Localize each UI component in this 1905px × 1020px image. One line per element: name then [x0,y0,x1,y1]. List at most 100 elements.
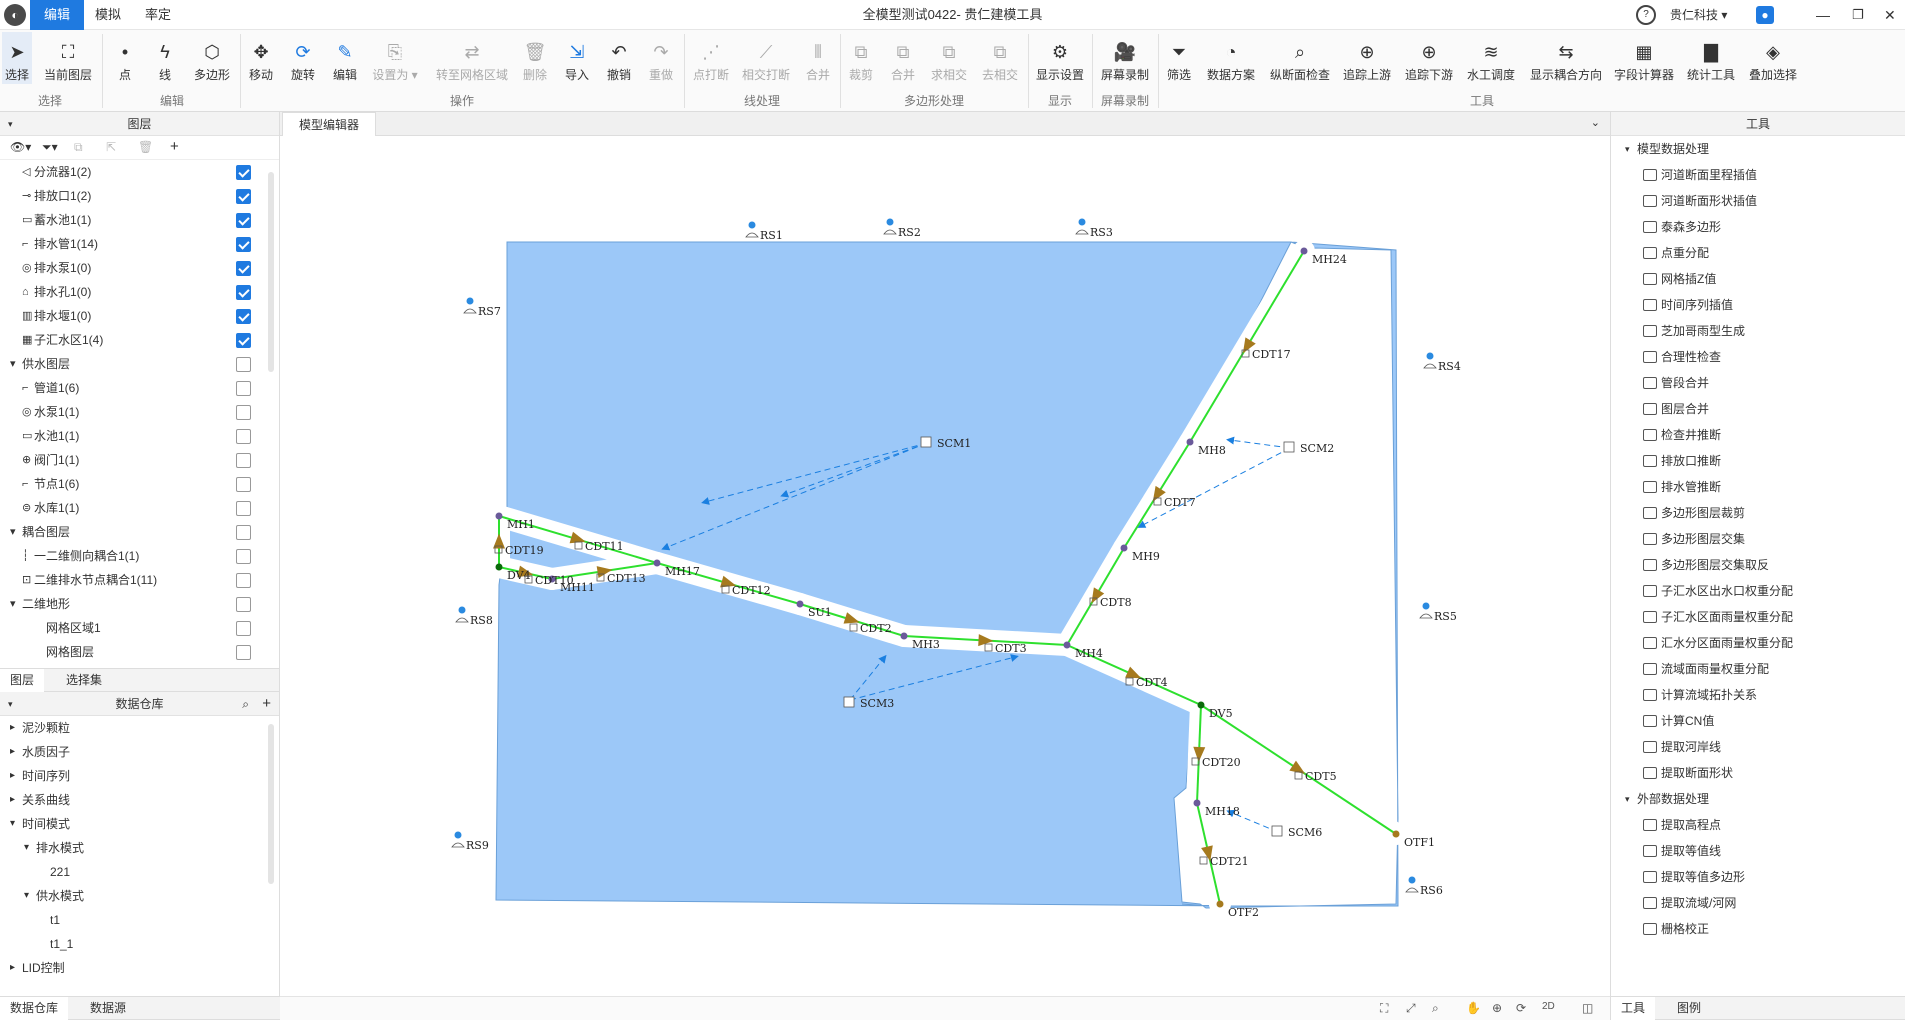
tool-item[interactable]: 提取等值多边形 [1611,864,1905,890]
hydraulic-dispatch-button[interactable]: ≋ 水工调度 [1464,32,1518,84]
layer-row[interactable]: ⌂ 排水孔1(0) [0,280,279,304]
tool-group-header[interactable]: ▾ 外部数据处理 [1611,786,1905,812]
close-icon[interactable]: ✕ [1884,0,1896,30]
refresh-icon[interactable]: ⟳ [1516,1001,1526,1015]
rain-gauge-icon[interactable] [1422,602,1430,610]
search-icon[interactable]: ⌕ [242,692,249,716]
pan-icon[interactable]: ✋ [1466,1001,1481,1015]
tab-layers[interactable]: 图层 [0,669,45,692]
layer-row[interactable]: ⊡ 二维排水节点耦合1(11) [0,568,279,592]
node-point[interactable] [495,512,503,520]
layer-row[interactable]: ⌐ 管道1(6) [0,376,279,400]
rain-gauge-icon[interactable] [1408,876,1416,884]
trace-upstream-button[interactable]: ⊕ 追踪上游 [1340,32,1394,84]
layer-scrollbar[interactable] [268,172,274,372]
layer-visibility-checkbox[interactable] [236,189,251,204]
intersect-break-button[interactable]: ⟋ 相交打断 [740,32,792,84]
trace-downstream-button[interactable]: ⊕ 追踪下游 [1402,32,1456,84]
tool-item[interactable]: 合理性检查 [1611,344,1905,370]
node-point[interactable] [653,559,661,567]
node-point[interactable] [1216,900,1224,908]
node-point[interactable] [900,632,908,640]
poly-merge-button[interactable]: ⧉ 合并 [888,32,918,84]
layer-row[interactable]: ⊸ 排放口1(2) [0,184,279,208]
layer-visibility-checkbox[interactable] [236,165,251,180]
add-icon[interactable]: + [262,692,271,716]
export-icon[interactable]: ⇱ [106,140,116,154]
tool-item[interactable]: 检查井推断 [1611,422,1905,448]
warehouse-row[interactable]: 221 [0,860,279,884]
screen-record-button[interactable]: 🎥 屏幕录制 [1098,32,1152,84]
menu-tab-edit[interactable]: 编辑 [30,0,84,30]
zoom-in-icon[interactable]: ⊕ [1492,1001,1502,1015]
minimize-icon[interactable]: — [1816,0,1830,30]
warehouse-row[interactable]: ▸ 泥沙颗粒 [0,716,279,740]
layer-row[interactable]: 网格图层 [0,640,279,664]
tool-item[interactable]: 多边形图层交集 [1611,526,1905,552]
expand-caret-icon[interactable]: ▸ [10,956,15,980]
expand-caret-icon[interactable]: ▸ [10,716,15,740]
delete-icon[interactable]: 🗑 [138,140,153,154]
warehouse-row[interactable]: ▸ 关系曲线 [0,788,279,812]
node-point[interactable] [495,563,503,571]
layer-row[interactable]: ▭ 水池1(1) [0,424,279,448]
tab-selection-set[interactable]: 选择集 [56,669,112,692]
layer-visibility-checkbox[interactable] [236,453,251,468]
filter-button[interactable]: ⏷ 筛选 [1164,32,1194,84]
tab-model-editor[interactable]: 模型编辑器 [282,112,377,136]
remove-intersect-button[interactable]: ⧉ 去相交 [978,32,1022,84]
tool-item[interactable]: 网格插Z值 [1611,266,1905,292]
layer-visibility-checkbox[interactable] [236,237,251,252]
tool-item[interactable]: 排放口推断 [1611,448,1905,474]
warehouse-row[interactable]: t1_1 [0,932,279,956]
restore-icon[interactable]: ❐ [1852,0,1864,30]
warehouse-scrollbar[interactable] [268,724,274,884]
layer-row[interactable]: ┆ 一二维侧向耦合1(1) [0,544,279,568]
node-point[interactable] [1197,701,1205,709]
expand-caret-icon[interactable]: ▾ [10,812,15,836]
layer-row[interactable]: ⌐ 节点1(6) [0,472,279,496]
polygon-button[interactable]: ⬡ 多边形 [190,32,234,84]
coupling-direction-button[interactable]: ⇆ 显示耦合方向 [1528,32,1604,84]
map-svg[interactable]: MH1MH24MH8MH9MH17MH11MH3MH4MH18DV4DV5OTF… [280,136,1610,996]
tool-item[interactable]: 子汇水区面雨量权重分配 [1611,604,1905,630]
node-point[interactable] [1392,830,1400,838]
warehouse-row[interactable]: ▾ 供水模式 [0,884,279,908]
line-merge-button[interactable]: ⫴ 合并 [800,32,836,84]
undo-button[interactable]: ↶ 撤销 [604,32,634,84]
rain-gauge-icon[interactable] [454,831,462,839]
copy-icon[interactable]: ⧉ [74,140,83,155]
tool-item[interactable]: 河道断面形状插值 [1611,188,1905,214]
layer-row[interactable]: ▥ 排水堰1(0) [0,304,279,328]
rain-gauge-icon[interactable] [1078,218,1086,226]
layer-visibility-checkbox[interactable] [236,405,251,420]
collapse-icon[interactable]: ▾ [8,692,13,716]
point-break-button[interactable]: ⋰ 点打断 [690,32,732,84]
eye-icon[interactable]: 👁▾ [10,140,31,154]
collapse-icon[interactable]: ▾ [8,112,13,136]
point-button[interactable]: • 点 [110,32,140,84]
fit-extent-icon[interactable]: ⛶ [1380,1001,1388,1016]
rain-gauge-icon[interactable] [458,606,466,614]
tool-item[interactable]: 子汇水区出水口权重分配 [1611,578,1905,604]
tool-item[interactable]: 汇水分区面雨量权重分配 [1611,630,1905,656]
node-point[interactable] [1193,799,1201,807]
layer-row[interactable]: ▭ 蓄水池1(1) [0,208,279,232]
map-canvas[interactable]: MH1 MH24 MH8 MH9 MH17 MH11 MH3 MH4 MH18 DV4 DV5 OTF… [280,136,1610,996]
statistics-button[interactable]: ▇ 统计工具 [1684,32,1738,84]
intersect-button[interactable]: ⧉ 求相交 [928,32,970,84]
edit-button[interactable]: ✎ 编辑 [330,32,360,84]
tool-item[interactable]: 提取等值线 [1611,838,1905,864]
layer-row[interactable]: ◎ 排水泵1(0) [0,256,279,280]
set-as-button[interactable]: ⎘ 设置为 ▾ [370,32,420,84]
rain-gauge-icon[interactable] [886,218,894,226]
tool-item[interactable]: 点重分配 [1611,240,1905,266]
expand-caret-icon[interactable]: ▸ [10,740,15,764]
data-scheme-button[interactable]: ◔ 数据方案 [1204,32,1258,84]
node-point[interactable] [796,600,804,608]
subcatchment-icon[interactable] [1271,825,1283,837]
menu-tab-simulate[interactable]: 模拟 [88,0,128,30]
layer-row[interactable]: ⌐ 排水管1(14) [0,232,279,256]
layer-row[interactable]: 网格区域1 [0,616,279,640]
warehouse-row[interactable]: ▸ LID控制 [0,956,279,980]
